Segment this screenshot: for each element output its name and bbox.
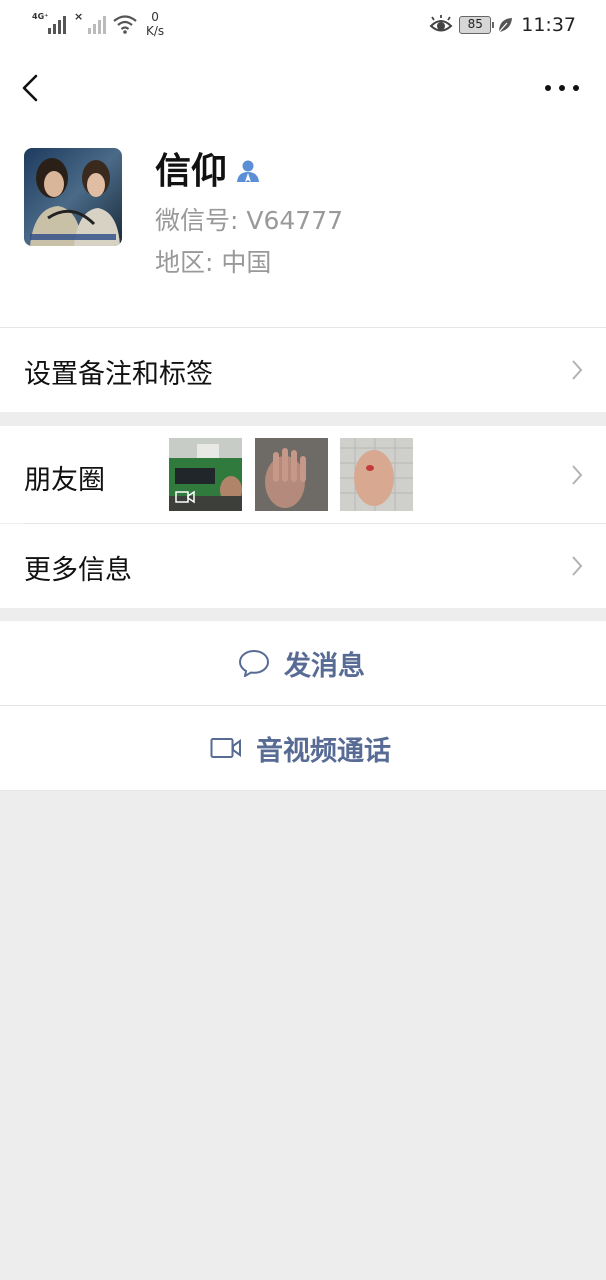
cellular-signal-icon: 4G⁺ [32, 12, 66, 36]
chat-bubble-icon [238, 649, 270, 677]
avatar[interactable] [24, 148, 122, 246]
send-message-label: 发消息 [284, 650, 365, 682]
status-bar: 4G⁺ × 0 K/s 85 11:37 [0, 0, 606, 52]
action-divider [0, 790, 606, 791]
moments-thumbnail [169, 438, 242, 511]
battery-level: 85 [467, 17, 483, 31]
remark-tags-row[interactable]: 设置备注和标签 [0, 327, 606, 412]
moments-label: 朋友圈 [24, 465, 105, 496]
navigation-bar [0, 52, 606, 124]
more-info-row[interactable]: 更多信息 [0, 524, 606, 608]
moments-thumbnail [340, 438, 413, 511]
chevron-right-icon [572, 556, 583, 576]
more-info-label: 更多信息 [24, 555, 132, 586]
video-call-button[interactable]: 音视频通话 [0, 706, 606, 790]
battery-icon: 85 [459, 16, 495, 34]
network-speed-unit: K/s [146, 24, 165, 38]
wifi-icon [113, 15, 137, 34]
video-camera-icon [210, 738, 241, 758]
network-speed: 0 K/s [146, 10, 164, 38]
chevron-right-icon [572, 465, 583, 485]
send-message-button[interactable]: 发消息 [0, 621, 606, 705]
video-indicator-icon [175, 490, 195, 504]
cellular-signal-no-service-icon: × [72, 10, 106, 36]
wechat-id: 微信号: V64777 [155, 206, 344, 235]
video-call-label: 音视频通话 [256, 735, 391, 767]
status-time: 11:37 [521, 14, 576, 36]
chevron-left-icon[interactable] [18, 72, 46, 104]
moments-row[interactable]: 朋友圈 [0, 426, 606, 523]
more-horizontal-icon[interactable] [542, 74, 582, 102]
contact-name: 信仰 [155, 151, 228, 192]
network-speed-value: 0 [151, 10, 159, 24]
eye-comfort-icon [429, 15, 453, 32]
region: 地区: 中国 [155, 248, 272, 277]
profile-card: 信仰 微信号: V64777 地区: 中国 [0, 124, 606, 327]
remark-tags-label: 设置备注和标签 [24, 359, 213, 390]
leaf-power-saving-icon [498, 18, 513, 33]
verified-contact-icon [237, 160, 259, 182]
network-type-label: 4G⁺ [32, 12, 49, 21]
chevron-right-icon [572, 360, 583, 380]
moments-thumbnail [255, 438, 328, 511]
